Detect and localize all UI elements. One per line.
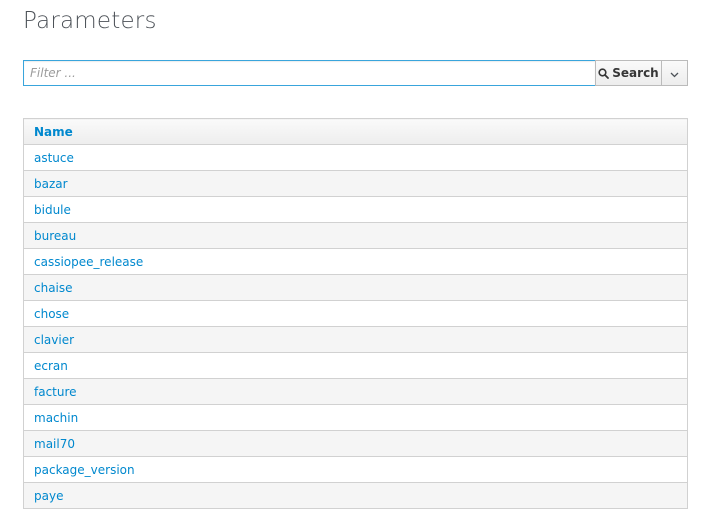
table-cell-name: machin [23, 404, 688, 431]
table-cell-name: astuce [23, 144, 688, 171]
parameter-link[interactable]: astuce [34, 151, 74, 165]
parameter-link[interactable]: paye [34, 489, 63, 503]
table-row: paye [23, 482, 688, 509]
filter-input[interactable] [23, 60, 595, 86]
parameter-link[interactable]: chose [34, 307, 69, 321]
table-row: ecran [23, 352, 688, 379]
table-cell-name: package_version [23, 456, 688, 483]
search-button[interactable]: Search [595, 60, 662, 86]
parameter-link[interactable]: bureau [34, 229, 76, 243]
parameter-link[interactable]: machin [34, 411, 78, 425]
table-body: astuce bazar bidule bureau cassiopee_release… [23, 144, 688, 509]
table-header-row: Name [23, 118, 688, 145]
table-row: package_version [23, 456, 688, 483]
parameter-link[interactable]: package_version [34, 463, 135, 477]
parameter-link[interactable]: bazar [34, 177, 68, 191]
parameter-link[interactable]: clavier [34, 333, 74, 347]
table-cell-name: clavier [23, 326, 688, 353]
table-row: machin [23, 404, 688, 431]
table-cell-name: mail70 [23, 430, 688, 457]
parameters-table: Name astuce bazar bidule bureau cassiopee_re… [23, 118, 688, 509]
search-button-label: Search [612, 66, 659, 80]
parameter-link[interactable]: bidule [34, 203, 71, 217]
table-row: bidule [23, 196, 688, 223]
parameter-link[interactable]: chaise [34, 281, 73, 295]
table-row: facture [23, 378, 688, 405]
search-options-dropdown[interactable] [662, 60, 688, 86]
search-bar: Search [23, 60, 688, 86]
table-row: bureau [23, 222, 688, 249]
table-cell-name: bureau [23, 222, 688, 249]
parameter-link[interactable]: mail70 [34, 437, 75, 451]
table-cell-name: bidule [23, 196, 688, 223]
parameter-link[interactable]: facture [34, 385, 77, 399]
table-cell-name: cassiopee_release [23, 248, 688, 275]
parameter-link[interactable]: cassiopee_release [34, 255, 143, 269]
column-header-name[interactable]: Name [23, 118, 688, 145]
parameter-link[interactable]: ecran [34, 359, 68, 373]
table-row: mail70 [23, 430, 688, 457]
table-row: bazar [23, 170, 688, 197]
chevron-down-icon [670, 66, 679, 81]
table-row: cassiopee_release [23, 248, 688, 275]
table-cell-name: facture [23, 378, 688, 405]
table-row: chaise [23, 274, 688, 301]
table-row: clavier [23, 326, 688, 353]
table-cell-name: paye [23, 482, 688, 509]
page-title: Parameters [23, 8, 157, 34]
search-icon [598, 67, 610, 79]
table-cell-name: bazar [23, 170, 688, 197]
table-row: chose [23, 300, 688, 327]
table-row: astuce [23, 144, 688, 171]
table-cell-name: ecran [23, 352, 688, 379]
table-cell-name: chose [23, 300, 688, 327]
table-cell-name: chaise [23, 274, 688, 301]
